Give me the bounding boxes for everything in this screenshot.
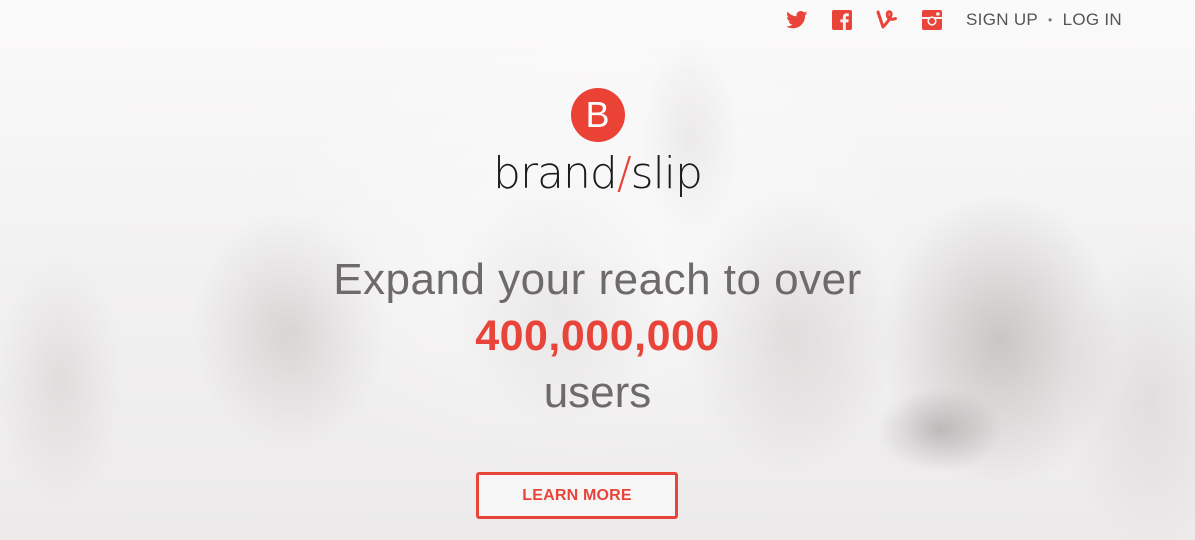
wordmark-slash: / <box>616 148 632 199</box>
nav-separator: • <box>1048 13 1053 27</box>
hero-section: SIGN UP • LOG IN B brand/slip Expand you… <box>0 0 1195 540</box>
logo-mark-letter: B <box>585 94 610 135</box>
twitter-icon[interactable] <box>786 9 808 31</box>
learn-more-button[interactable]: LEARN MORE <box>476 472 678 519</box>
auth-links: SIGN UP • LOG IN <box>966 10 1122 30</box>
headline-user-count: 400,000,000 <box>475 312 720 360</box>
hero-headline: Expand your reach to over 400,000,000 us… <box>0 252 1195 421</box>
headline-line-3: users <box>543 368 652 417</box>
vine-icon[interactable] <box>876 9 898 31</box>
headline-line-1: Expand your reach to over <box>333 255 862 304</box>
wordmark-left: brand <box>493 148 618 199</box>
social-links <box>786 9 943 31</box>
facebook-icon[interactable] <box>831 9 853 31</box>
wordmark-right: slip <box>630 148 703 199</box>
logo-mark: B <box>570 88 625 142</box>
logo-wordmark: brand/slip <box>0 146 1195 202</box>
brand-logo[interactable]: B brand/slip <box>0 88 1195 202</box>
sign-up-link[interactable]: SIGN UP <box>966 10 1038 30</box>
instagram-icon[interactable] <box>921 9 943 31</box>
top-nav: SIGN UP • LOG IN <box>786 8 1122 32</box>
log-in-link[interactable]: LOG IN <box>1063 10 1122 30</box>
